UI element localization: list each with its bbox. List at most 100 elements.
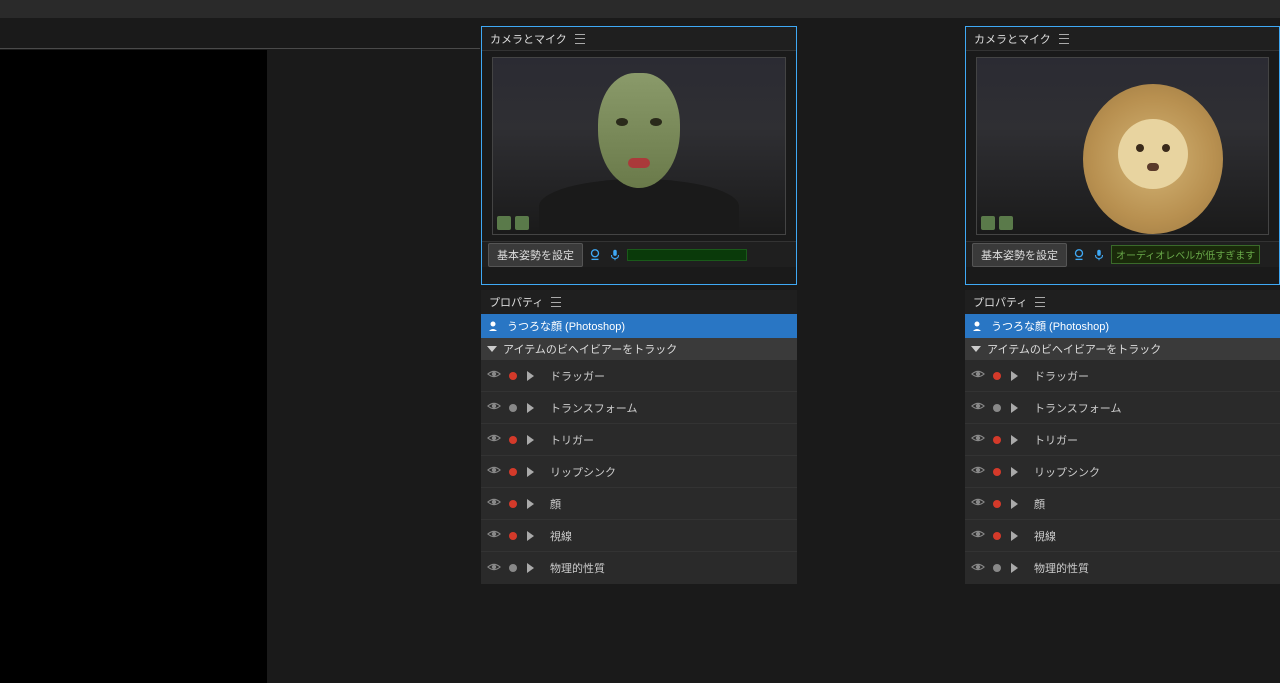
record-arm-dot[interactable] [509,500,517,508]
behavior-row[interactable]: 物理的性質 [965,552,1280,584]
expand-triangle-icon[interactable] [1011,531,1018,541]
expand-triangle-icon[interactable] [527,467,534,477]
properties-header[interactable]: プロパティ [481,290,797,314]
expand-triangle-icon[interactable] [527,371,534,381]
behavior-row[interactable]: 物理的性質 [481,552,797,584]
webcam-icon[interactable] [587,247,603,263]
audio-level-warning: オーディオレベルが低すぎます [1111,245,1260,264]
record-arm-dot[interactable] [993,404,1001,412]
tracker-header-label: アイテムのビヘイビアーをトラック [503,341,677,357]
expand-triangle-icon[interactable] [527,435,534,445]
camera-overlay-icons [981,216,1013,230]
record-arm-dot[interactable] [509,372,517,380]
record-arm-dot[interactable] [993,500,1001,508]
overlay-icon [999,216,1013,230]
behavior-row[interactable]: リップシンク [481,456,797,488]
expand-triangle-icon[interactable] [1011,499,1018,509]
record-arm-dot[interactable] [993,436,1001,444]
panel-header[interactable]: カメラとマイク [482,27,796,51]
properties-panel-b: プロパティ うつろな顔 (Photoshop) アイテムのビヘイビアーをトラック… [965,290,1280,584]
visibility-eye-icon[interactable] [971,495,985,512]
expand-triangle-icon[interactable] [527,531,534,541]
visibility-eye-icon[interactable] [971,560,985,577]
camera-mic-panel-b: カメラとマイク 基本姿勢を設定 オーディオレベルが低すぎます [965,26,1280,285]
record-arm-dot[interactable] [509,564,517,572]
set-pose-button[interactable]: 基本姿勢を設定 [488,243,583,267]
visibility-eye-icon[interactable] [971,367,985,384]
properties-header[interactable]: プロパティ [965,290,1280,314]
expand-triangle-icon[interactable] [1011,403,1018,413]
selected-puppet-row[interactable]: うつろな顔 (Photoshop) [965,314,1280,338]
tracker-header-label: アイテムのビヘイビアーをトラック [987,341,1161,357]
panel-menu-icon[interactable] [551,297,561,307]
microphone-icon[interactable] [607,247,623,263]
camera-mic-panel-a: カメラとマイク 基本姿勢を設定 [481,26,797,285]
record-arm-dot[interactable] [993,468,1001,476]
visibility-eye-icon[interactable] [487,431,501,448]
collapse-triangle-icon[interactable] [487,346,497,352]
selected-puppet-row[interactable]: うつろな顔 (Photoshop) [481,314,797,338]
visibility-eye-icon[interactable] [971,527,985,544]
behavior-label: ドラッガー [550,368,605,384]
properties-title: プロパティ [489,294,543,310]
camera-overlay-icons [497,216,529,230]
top-bar [0,0,1280,18]
behavior-label: リップシンク [1034,464,1100,480]
expand-triangle-icon[interactable] [527,563,534,573]
expand-triangle-icon[interactable] [1011,371,1018,381]
visibility-eye-icon[interactable] [971,431,985,448]
visibility-eye-icon[interactable] [487,527,501,544]
set-pose-button[interactable]: 基本姿勢を設定 [972,243,1067,267]
behavior-row[interactable]: トランスフォーム [965,392,1280,424]
visibility-eye-icon[interactable] [971,463,985,480]
expand-triangle-icon[interactable] [527,499,534,509]
behavior-row[interactable]: 顔 [965,488,1280,520]
left-viewport [0,50,267,683]
record-arm-dot[interactable] [509,436,517,444]
panel-toolbar: 基本姿勢を設定 オーディオレベルが低すぎます [966,241,1279,267]
panel-header[interactable]: カメラとマイク [966,27,1279,51]
behavior-row[interactable]: ドラッガー [965,360,1280,392]
behaviors-tracker-header[interactable]: アイテムのビヘイビアーをトラック [481,338,797,360]
visibility-eye-icon[interactable] [487,463,501,480]
puppet-icon [487,320,499,332]
behavior-row[interactable]: トリガー [481,424,797,456]
expand-triangle-icon[interactable] [1011,467,1018,477]
behavior-row[interactable]: リップシンク [965,456,1280,488]
behavior-row[interactable]: ドラッガー [481,360,797,392]
behavior-label: 物理的性質 [1034,560,1089,576]
collapse-triangle-icon[interactable] [971,346,981,352]
record-arm-dot[interactable] [993,564,1001,572]
camera-viewport [492,57,786,235]
behaviors-tracker-header[interactable]: アイテムのビヘイビアーをトラック [965,338,1280,360]
visibility-eye-icon[interactable] [971,399,985,416]
record-arm-dot[interactable] [993,372,1001,380]
record-arm-dot[interactable] [509,532,517,540]
behavior-row[interactable]: トリガー [965,424,1280,456]
behavior-row[interactable]: 顔 [481,488,797,520]
behavior-row[interactable]: 視線 [965,520,1280,552]
behavior-row[interactable]: トランスフォーム [481,392,797,424]
selected-puppet-label: うつろな顔 (Photoshop) [991,318,1109,334]
behavior-label: トリガー [1034,432,1078,448]
microphone-icon[interactable] [1091,247,1107,263]
record-arm-dot[interactable] [509,404,517,412]
panel-menu-icon[interactable] [1035,297,1045,307]
record-arm-dot[interactable] [509,468,517,476]
visibility-eye-icon[interactable] [487,560,501,577]
visibility-eye-icon[interactable] [487,367,501,384]
record-arm-dot[interactable] [993,532,1001,540]
behavior-row[interactable]: 視線 [481,520,797,552]
audio-level-meter [627,249,747,261]
panel-title: カメラとマイク [490,31,567,47]
behavior-label: トリガー [550,432,594,448]
visibility-eye-icon[interactable] [487,399,501,416]
webcam-icon[interactable] [1071,247,1087,263]
expand-triangle-icon[interactable] [527,403,534,413]
expand-triangle-icon[interactable] [1011,563,1018,573]
expand-triangle-icon[interactable] [1011,435,1018,445]
panel-menu-icon[interactable] [1059,34,1069,44]
behavior-label: 物理的性質 [550,560,605,576]
visibility-eye-icon[interactable] [487,495,501,512]
panel-menu-icon[interactable] [575,34,585,44]
